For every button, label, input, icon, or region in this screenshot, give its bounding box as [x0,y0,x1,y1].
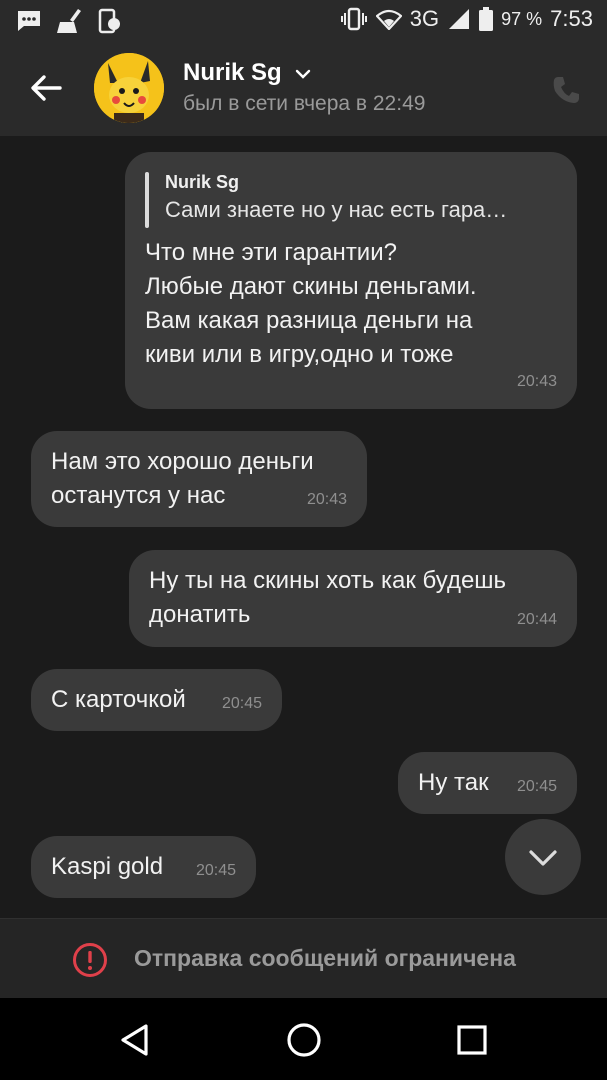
quote-author: Nurik Sg [165,172,240,192]
quote-text: Сами знаете но у нас есть гара… [165,197,508,222]
message-text: Что мне эти гарантии? Любые дают скины д… [145,239,477,368]
contact-name[interactable]: Nurik Sg [183,59,312,87]
battery-icon [479,7,494,31]
system-navigation-bar [0,998,607,1080]
message-bubble-incoming[interactable]: С карточкой 20:45 [31,669,282,731]
message-time: 20:45 [221,695,262,712]
device-manager-icon [98,8,120,34]
nav-back-button[interactable] [115,1020,155,1060]
message-time: 20:43 [516,373,557,390]
message-text: Нам это хорошо деньги останутся у нас [51,448,314,509]
message-time: 20:45 [195,862,236,879]
message-bubble-incoming[interactable]: Kaspi gold 20:45 [31,836,256,898]
cleaner-icon [57,9,81,33]
circle-home-icon [287,1023,321,1057]
triangle-back-icon [121,1024,148,1056]
message-bubble-incoming[interactable]: Нам это хорошо деньги останутся у нас 20… [31,431,367,527]
restricted-message: Отправка сообщений ограничена [134,945,516,971]
square-recents-icon [457,1025,487,1055]
nav-home-button[interactable] [284,1020,324,1060]
scroll-to-bottom-button[interactable] [505,819,581,895]
contact-name-label: Nurik Sg [183,59,282,86]
message-time: 20:43 [306,491,347,508]
back-button[interactable] [26,68,66,108]
pikachu-avatar-icon [94,53,164,123]
chevron-down-icon [529,850,557,866]
message-text: Ну ты на скины хоть как будешь донатить [149,567,507,628]
alert-circle-icon [73,943,107,977]
message-bubble-outgoing[interactable]: Ну ты на скины хоть как будешь донатить … [129,550,577,647]
phone-icon [553,77,579,103]
message-time: 20:44 [516,611,557,628]
arrow-left-icon [31,75,62,101]
call-button[interactable] [550,74,582,106]
chat-header: Nurik Sg был в сети вчера в 22:49 [0,40,607,136]
message-bubble-outgoing[interactable]: Nurik Sg Сами знаете но у нас есть гара…… [125,152,577,409]
status-bar-notifications [16,8,122,34]
status-bar-system: 3G 97 % 7:53 [340,6,593,32]
reply-quote[interactable]: Nurik Sg Сами знаете но у нас есть гара… [145,170,557,228]
clock: 7:53 [550,6,593,31]
chevron-down-icon [296,69,311,79]
battery-level: 97 % [501,8,543,29]
nav-recents-button[interactable] [452,1020,492,1060]
wifi-icon [375,9,402,30]
message-list[interactable]: Nurik Sg Сами знаете но у нас есть гара…… [0,136,607,918]
avatar[interactable] [94,53,164,123]
message-time: 20:45 [516,778,557,795]
last-seen-status: был в сети вчера в 22:49 [183,92,426,115]
vibrate-icon [340,7,367,31]
network-type: 3G [409,6,440,31]
message-bubble-outgoing[interactable]: Ну так 20:45 [398,752,577,814]
signal-icon [449,9,470,29]
status-bar: 3G 97 % 7:53 [0,0,607,40]
message-icon [18,11,40,31]
messaging-restricted-bar: Отправка сообщений ограничена [0,918,607,998]
